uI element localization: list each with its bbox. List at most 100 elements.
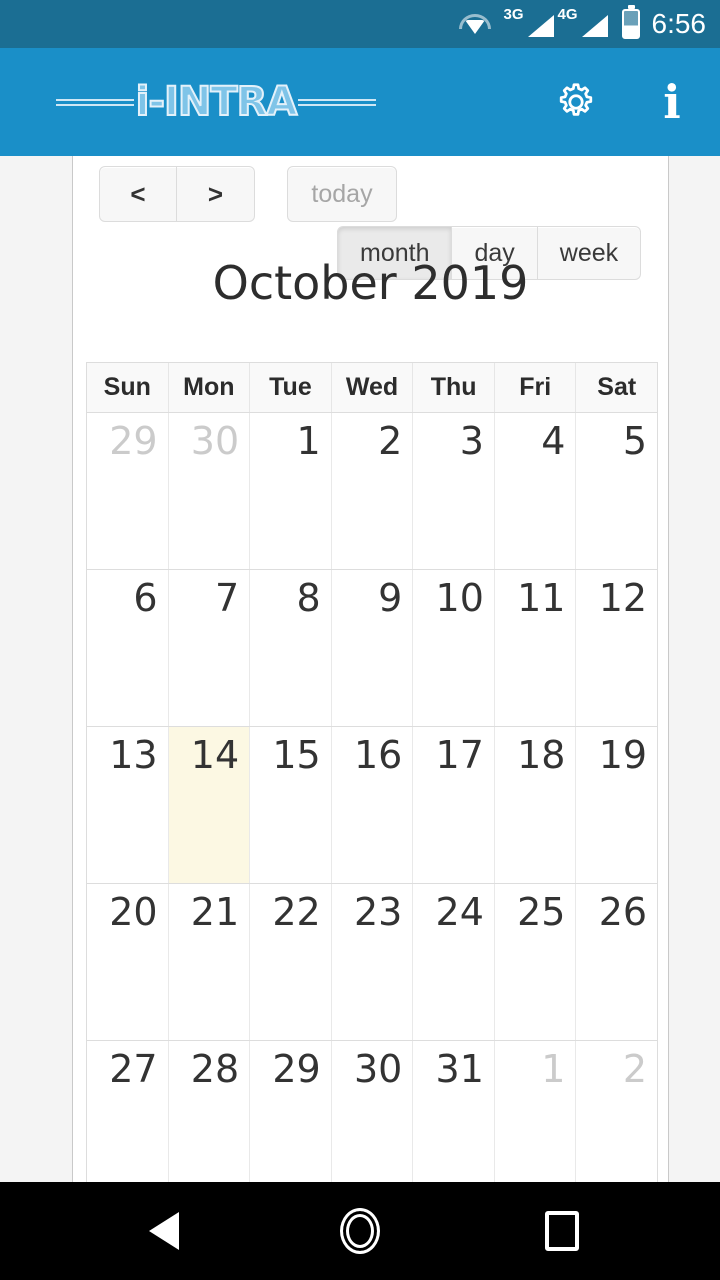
calendar-day-cell[interactable]: 23	[331, 884, 414, 1040]
calendar-day-cell[interactable]: 15	[250, 727, 332, 883]
calendar-day-number: 22	[272, 890, 321, 934]
calendar-day-cell[interactable]: 27	[87, 1041, 169, 1182]
calendar-day-cell[interactable]: 6	[87, 570, 169, 726]
calendar-day-cell[interactable]: 17	[413, 727, 495, 883]
today-button[interactable]: today	[287, 166, 397, 222]
prev-month-button[interactable]: <	[99, 166, 177, 222]
calendar-day-cell[interactable]: 7	[168, 570, 251, 726]
calendar-day-number: 28	[190, 1047, 240, 1091]
info-icon: i	[663, 75, 681, 129]
calendar-day-cell[interactable]: 5	[576, 413, 658, 569]
calendar-day-number: 30	[353, 1047, 403, 1091]
calendar-day-number: 31	[435, 1047, 484, 1091]
gear-icon	[559, 83, 593, 116]
calendar-day-cell[interactable]: 31	[413, 1041, 495, 1182]
calendar-day-cell[interactable]: 12	[576, 570, 658, 726]
calendar-day-number: 4	[541, 419, 566, 463]
calendar-day-cell[interactable]: 3	[413, 413, 495, 569]
calendar-day-number: 24	[435, 890, 484, 934]
calendar-week-row: 29 30 1 2 3 4 5	[87, 413, 658, 570]
phone-screen: 3G 4G 6:56 i-INTRA i < > today month day…	[0, 0, 720, 1280]
calendar-day-number: 23	[353, 890, 403, 934]
calendar-day-cell[interactable]: 1	[494, 1041, 577, 1182]
signal-4g-label: 4G	[557, 6, 578, 23]
calendar-day-cell[interactable]: 30	[168, 413, 251, 569]
wifi-icon	[458, 11, 492, 37]
calendar-day-cell[interactable]: 29	[250, 1041, 332, 1182]
calendar-day-cell[interactable]: 22	[250, 884, 332, 1040]
calendar-toolbar: < > today month day week October 2019	[73, 156, 668, 310]
calendar-title: October 2019	[212, 256, 529, 310]
status-bar: 3G 4G 6:56	[0, 0, 720, 48]
calendar-day-number: 1	[296, 419, 321, 463]
nav-home-button[interactable]	[336, 1207, 384, 1255]
nav-recents-button[interactable]	[538, 1207, 586, 1255]
calendar-day-number: 17	[435, 733, 484, 777]
android-nav-bar	[0, 1182, 720, 1280]
info-button[interactable]: i	[644, 74, 700, 130]
calendar-day-cell[interactable]: 9	[331, 570, 414, 726]
logo-rule-right	[298, 98, 376, 106]
calendar-day-number: 8	[296, 576, 321, 620]
calendar-day-number: 5	[622, 419, 648, 463]
day-header-tue: Tue	[250, 363, 332, 412]
calendar-day-number: 16	[353, 733, 403, 777]
circle-home-icon	[340, 1208, 380, 1254]
day-header-sat: Sat	[576, 363, 658, 412]
calendar-day-cell[interactable]: 4	[494, 413, 577, 569]
logo-wordmark: i-INTRA	[135, 78, 299, 126]
calendar-day-cell[interactable]: 30	[331, 1041, 414, 1182]
calendar-day-number: 7	[214, 576, 240, 620]
webview[interactable]: < > today month day week October 2019 Su…	[0, 156, 720, 1182]
calendar-day-number: 2	[622, 1047, 648, 1091]
calendar-day-cell[interactable]: 11	[494, 570, 577, 726]
day-header-fri: Fri	[494, 363, 577, 412]
calendar-day-number: 18	[517, 733, 566, 777]
calendar-day-number: 6	[133, 576, 158, 620]
square-recents-icon	[545, 1211, 579, 1251]
calendar-day-number: 29	[109, 419, 158, 463]
calendar-day-cell[interactable]: 1	[250, 413, 332, 569]
calendar-day-cell[interactable]: 2	[576, 1041, 658, 1182]
calendar-day-headers: Sun Mon Tue Wed Thu Fri Sat	[87, 363, 658, 413]
calendar-day-cell[interactable]: 14	[168, 727, 251, 883]
calendar-day-number: 11	[517, 576, 566, 620]
calendar-day-cell[interactable]: 20	[87, 884, 169, 1040]
signal-4g-icon: 4G	[557, 6, 610, 39]
status-bar-clock: 6:56	[651, 8, 707, 39]
calendar-weeks: 29 30 1 2 3 4 5 6 7 8 9 10 11 12 13 14 15 16 17 18 19 20 21 22 2…	[87, 413, 658, 1182]
calendar-day-cell[interactable]: 16	[331, 727, 414, 883]
calendar-day-cell[interactable]: 29	[87, 413, 169, 569]
calendar-day-number: 9	[378, 576, 403, 620]
calendar-day-cell[interactable]: 8	[250, 570, 332, 726]
calendar-day-number: 2	[378, 419, 403, 463]
calendar-week-row: 27 28 29 30 31 1 2	[87, 1041, 658, 1182]
calendar-day-cell[interactable]: 19	[576, 727, 658, 883]
signal-3g-label: 3G	[503, 6, 524, 23]
logo-rule-left	[56, 98, 134, 106]
calendar-day-number: 13	[109, 733, 158, 777]
calendar-day-cell[interactable]: 25	[494, 884, 577, 1040]
calendar-day-cell[interactable]: 10	[413, 570, 495, 726]
settings-button[interactable]	[548, 74, 604, 130]
calendar-day-cell[interactable]: 26	[576, 884, 658, 1040]
calendar-day-cell[interactable]: 2	[331, 413, 414, 569]
battery-icon	[621, 5, 640, 39]
calendar-day-number: 29	[272, 1047, 321, 1091]
day-header-wed: Wed	[331, 363, 414, 412]
nav-back-button[interactable]	[140, 1207, 188, 1255]
calendar-day-cell[interactable]: 28	[168, 1041, 251, 1182]
calendar-day-cell[interactable]: 13	[87, 727, 169, 883]
app-bar: i-INTRA i	[0, 48, 720, 156]
day-header-thu: Thu	[413, 363, 495, 412]
calendar-day-cell[interactable]: 18	[494, 727, 577, 883]
calendar-day-cell[interactable]: 24	[413, 884, 495, 1040]
app-logo: i-INTRA	[56, 78, 376, 126]
calendar-day-number: 10	[435, 576, 484, 620]
status-icons: 3G 4G 6:56	[458, 5, 707, 39]
calendar-day-number: 12	[598, 576, 648, 620]
calendar-week-row: 20 21 22 23 24 25 26	[87, 884, 658, 1041]
next-month-button[interactable]: >	[177, 166, 255, 222]
calendar-day-number: 27	[109, 1047, 158, 1091]
calendar-day-cell[interactable]: 21	[168, 884, 251, 1040]
